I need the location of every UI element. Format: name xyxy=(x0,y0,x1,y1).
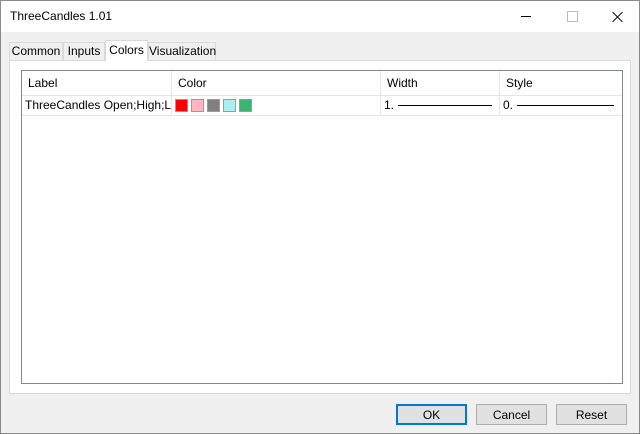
style-cell[interactable]: 0. xyxy=(500,96,622,115)
title-bar: ThreeCandles 1.01 xyxy=(1,1,639,32)
window-title: ThreeCandles 1.01 xyxy=(10,9,113,23)
width-cell[interactable]: 1. xyxy=(381,96,500,115)
color-cell[interactable] xyxy=(172,96,381,115)
maximize-button xyxy=(549,1,595,32)
style-value: 0. xyxy=(503,98,514,112)
minimize-button[interactable] xyxy=(503,1,549,32)
width-line-sample xyxy=(398,105,492,106)
column-header-color[interactable]: Color xyxy=(172,71,381,95)
color-swatch-3[interactable] xyxy=(207,99,220,112)
tab-colors[interactable]: Colors xyxy=(105,40,148,61)
reset-button[interactable]: Reset xyxy=(556,404,627,425)
colors-tab-panel: Label Color Width Style ThreeCandles Ope… xyxy=(9,60,631,394)
cancel-button[interactable]: Cancel xyxy=(476,404,547,425)
width-value: 1. xyxy=(384,98,395,112)
row-label: ThreeCandles Open;High;L... xyxy=(22,96,172,115)
close-icon xyxy=(612,11,624,23)
column-header-width[interactable]: Width xyxy=(381,71,500,95)
color-swatch-4[interactable] xyxy=(223,99,236,112)
dialog-window: ThreeCandles 1.01 Common Inputs Colors V… xyxy=(0,0,640,434)
style-line-sample xyxy=(517,105,614,106)
column-header-label[interactable]: Label xyxy=(22,71,172,95)
color-swatch-2[interactable] xyxy=(191,99,204,112)
table-row[interactable]: ThreeCandles Open;High;L... 1. 0. xyxy=(22,96,622,116)
list-header: Label Color Width Style xyxy=(22,71,622,96)
maximize-icon xyxy=(566,11,578,22)
close-button[interactable] xyxy=(595,1,640,32)
colors-list[interactable]: Label Color Width Style ThreeCandles Ope… xyxy=(21,70,623,384)
color-swatch-5[interactable] xyxy=(239,99,252,112)
tab-visualization[interactable]: Visualization xyxy=(148,42,216,60)
color-swatch-1[interactable] xyxy=(175,99,188,112)
tab-common[interactable]: Common xyxy=(9,42,63,60)
tab-inputs[interactable]: Inputs xyxy=(63,42,105,60)
column-header-style[interactable]: Style xyxy=(500,71,622,95)
ok-button[interactable]: OK xyxy=(396,404,467,425)
minimize-icon xyxy=(521,16,531,17)
